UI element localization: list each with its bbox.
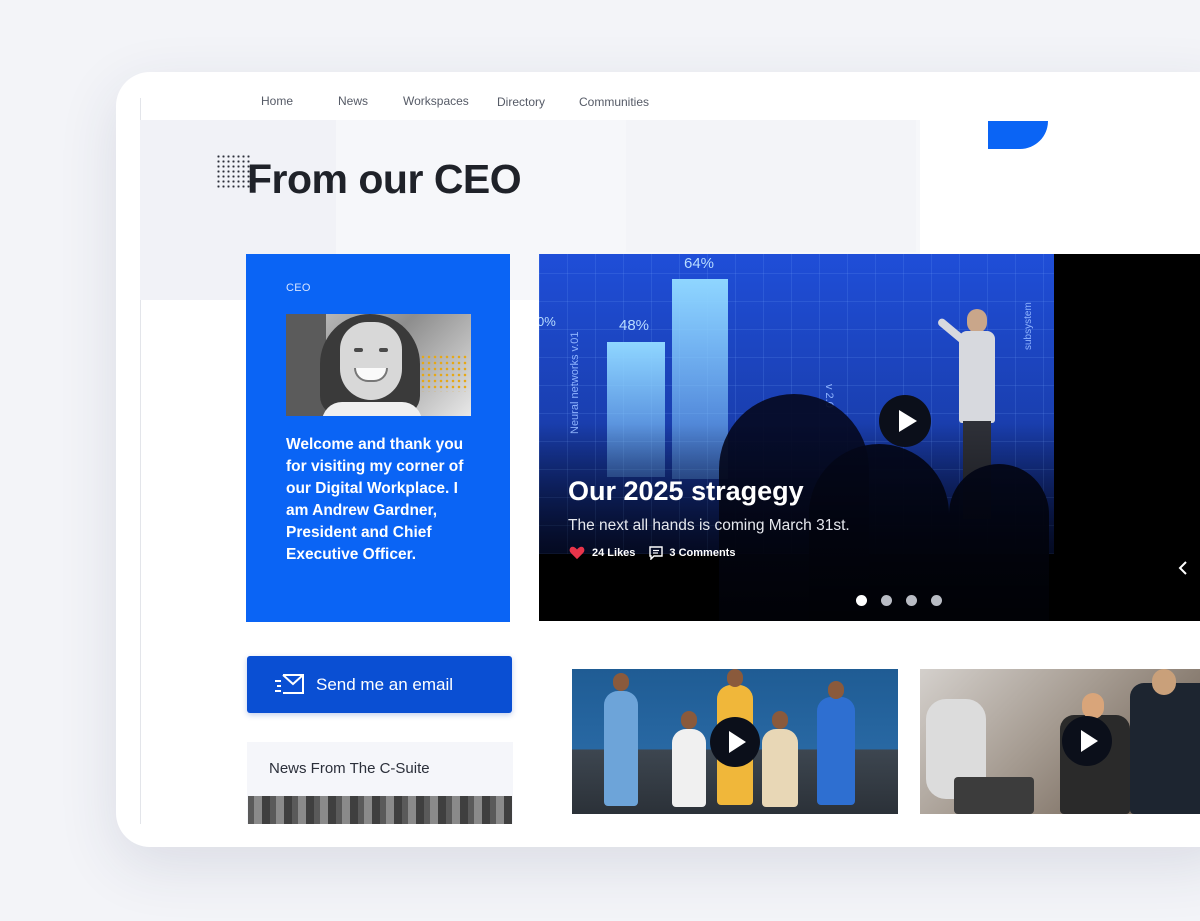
- carousel-dot[interactable]: [931, 595, 942, 606]
- screen-vertical-label-3: subsystem: [1023, 302, 1034, 350]
- person-head: [828, 681, 844, 699]
- ceo-card: CEO Welcome and thank you for visiting m…: [246, 254, 510, 622]
- comments-count[interactable]: 3 Comments: [669, 547, 735, 559]
- news-c-suite-card[interactable]: News From The C-Suite: [247, 742, 513, 824]
- video-thumbnail-team[interactable]: [572, 669, 898, 814]
- person-figure: [1130, 683, 1200, 814]
- send-email-label: Send me an email: [316, 675, 454, 694]
- person-head: [772, 711, 788, 729]
- app-frame: Home News Workspaces Directory Communiti…: [116, 72, 1200, 847]
- person-figure: [762, 729, 798, 807]
- nav-item-directory[interactable]: Directory: [497, 95, 545, 109]
- featured-video-carousel: 0% 48% 64% Neural networks v.01 v 2.0 su…: [539, 254, 1200, 621]
- ceo-portrait: [286, 314, 471, 416]
- hero-title[interactable]: Our 2025 stragegy: [568, 476, 804, 507]
- news-c-suite-title: News From The C-Suite: [269, 760, 430, 777]
- person-head: [1152, 669, 1176, 695]
- person-figure: [604, 691, 638, 806]
- person-head: [681, 711, 697, 729]
- chevron-left-icon[interactable]: [1176, 560, 1190, 576]
- nav-item-communities[interactable]: Communities: [579, 95, 649, 109]
- carousel-dot[interactable]: [906, 595, 917, 606]
- nav-item-workspaces[interactable]: Workspaces: [403, 94, 469, 108]
- send-email-button[interactable]: Send me an email: [247, 656, 512, 713]
- person-head: [613, 673, 629, 691]
- laptop: [954, 777, 1034, 814]
- nav-item-home[interactable]: Home: [261, 94, 293, 108]
- carousel-dot[interactable]: [856, 595, 867, 606]
- screen-vertical-label-1: Neural networks v.01: [569, 331, 581, 434]
- decorative-dots: [420, 354, 468, 392]
- hero-meta: 24 Likes 3 Comments: [568, 546, 735, 560]
- decorative-accent-shape: [988, 121, 1048, 149]
- hero-subtitle: The next all hands is coming March 31st.: [568, 517, 850, 534]
- header-background-right: [626, 120, 916, 252]
- play-icon[interactable]: [710, 717, 760, 767]
- person-head: [727, 669, 743, 687]
- page-title: From our CEO: [247, 156, 522, 202]
- screen-percent-bar1: 48%: [619, 317, 650, 334]
- ceo-message: Welcome and thank you for visiting my co…: [286, 436, 464, 563]
- video-thumbnail-office[interactable]: [920, 669, 1200, 814]
- news-c-suite-image: [248, 796, 512, 824]
- heart-icon[interactable]: [568, 546, 586, 560]
- carousel-dot[interactable]: [881, 595, 892, 606]
- screen-percent-left: 0%: [539, 314, 556, 329]
- ceo-label: CEO: [286, 282, 311, 294]
- mail-send-icon: [275, 674, 304, 694]
- nav-item-news[interactable]: News: [338, 94, 368, 108]
- screen-percent-bar2: 64%: [684, 255, 715, 272]
- likes-count[interactable]: 24 Likes: [592, 547, 635, 559]
- comment-icon[interactable]: [649, 546, 664, 560]
- play-icon[interactable]: [1062, 716, 1112, 766]
- person-figure: [817, 697, 855, 805]
- play-icon[interactable]: [879, 395, 931, 447]
- person-figure: [672, 729, 706, 807]
